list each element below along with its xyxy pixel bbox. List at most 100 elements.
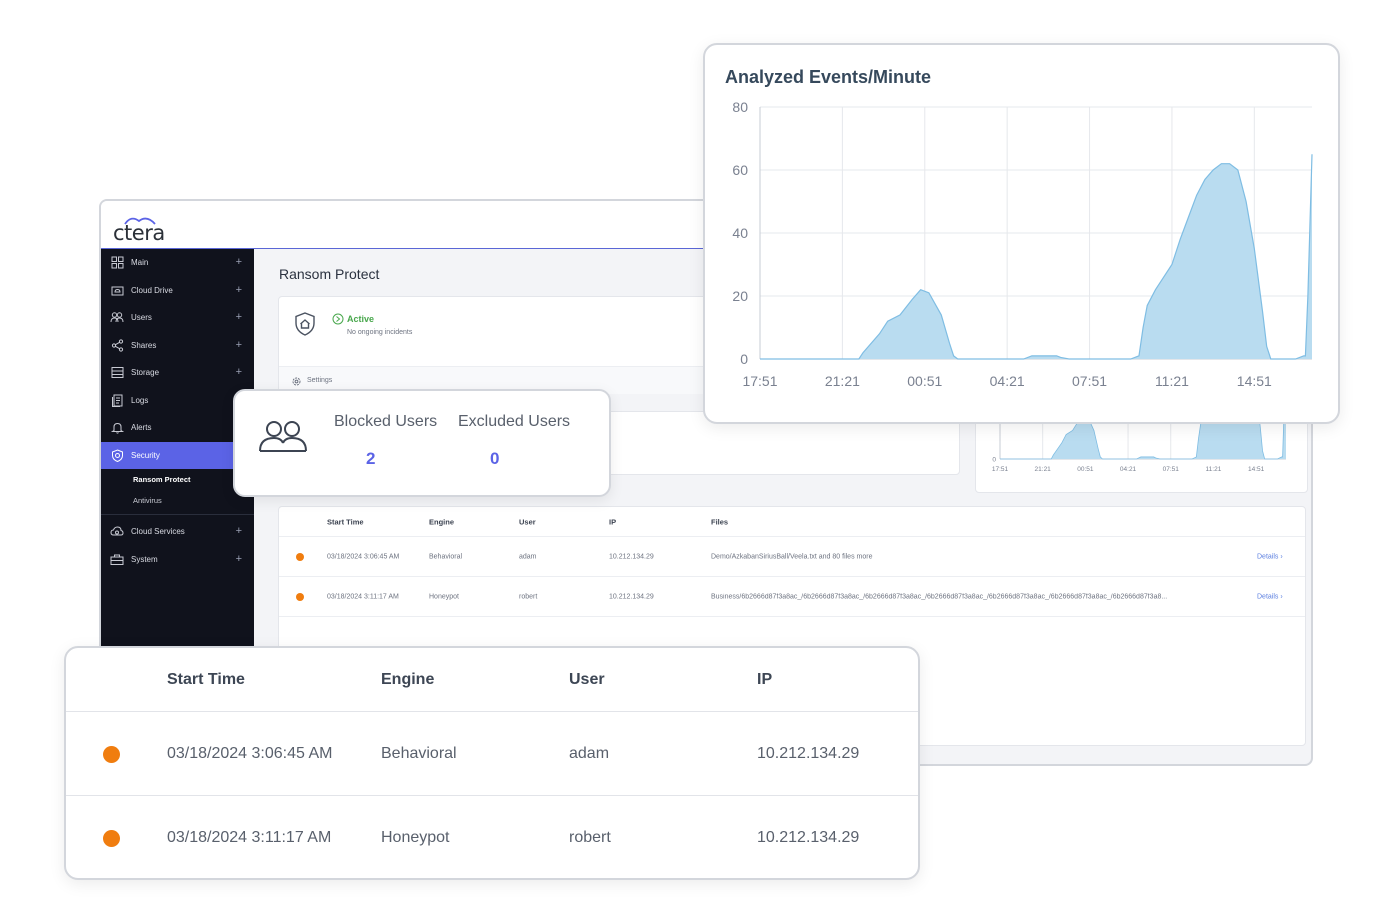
ctera-logo[interactable]: ctera: [113, 215, 173, 245]
blocked-users-count[interactable]: 2: [366, 449, 375, 469]
sidebar-item-label: System: [131, 554, 158, 564]
x-tick-label: 21:21: [825, 373, 860, 389]
cloud-services-icon: [110, 525, 124, 539]
events-chart-card: Analyzed Events/Minute 0 20 40 60 80 17:51 21:…: [703, 43, 1340, 424]
users-summary-zoom: Blocked Users 2 Excluded Users 0: [233, 389, 611, 497]
cell-ip: 10.212.134.29: [757, 829, 860, 846]
column-header-ip[interactable]: IP: [757, 671, 772, 689]
system-icon: [110, 552, 124, 566]
x-tick-label: 14:51: [1248, 466, 1265, 473]
sidebar-item-shares[interactable]: Shares +: [101, 332, 254, 360]
users-icon: [110, 311, 124, 325]
column-header-engine[interactable]: Engine: [381, 671, 434, 689]
x-tick-label: 04:21: [1120, 466, 1137, 473]
status-active: Active: [332, 313, 374, 325]
bell-icon: [110, 421, 124, 435]
sidebar-item-label: Users: [131, 313, 152, 323]
expand-plus-icon[interactable]: +: [236, 366, 242, 378]
cell-files: Business/6b2666d87f3a8ac_/6b2666d87f3a8a…: [711, 593, 1168, 600]
excluded-users-label: Excluded Users: [458, 413, 571, 430]
details-link[interactable]: Details ›: [1257, 593, 1283, 600]
x-tick-label: 07:51: [1163, 466, 1180, 473]
status-dot: [296, 552, 304, 561]
status-dot: [103, 745, 120, 763]
logs-icon: [110, 393, 124, 407]
column-header-start-time[interactable]: Start Time: [327, 517, 364, 526]
expand-plus-icon[interactable]: +: [236, 284, 242, 296]
cell-engine: Honeypot: [381, 829, 450, 846]
table-row[interactable]: 03/18/2024 3:11:17 AM Honeypot robert 10…: [279, 577, 1305, 617]
sidebar-subitem-ransom-protect[interactable]: Ransom Protect: [101, 469, 254, 490]
cell-ip: 10.212.134.29: [609, 553, 654, 560]
expand-plus-icon[interactable]: +: [236, 339, 242, 351]
status-dot: [296, 592, 304, 601]
column-header-ip[interactable]: IP: [609, 517, 616, 526]
sidebar-item-cloud-drive[interactable]: Cloud Drive +: [101, 277, 254, 305]
expand-plus-icon[interactable]: +: [236, 256, 242, 268]
cell-engine: Behavioral: [381, 744, 457, 762]
expand-plus-icon[interactable]: +: [236, 553, 242, 565]
sidebar-item-alerts[interactable]: Alerts: [101, 414, 254, 442]
y-tick-label: 60: [732, 162, 748, 178]
gear-icon: [292, 377, 301, 386]
incidents-table-zoom: Start Time Engine User IP 03/18/2024 3:0…: [64, 646, 920, 880]
sidebar-item-cloud-services[interactable]: Cloud Services +: [101, 518, 254, 546]
sidebar-item-users[interactable]: Users +: [101, 304, 254, 332]
column-header-files[interactable]: Files: [711, 517, 728, 526]
cell-start-time: 03/18/2024 3:06:45 AM: [167, 744, 333, 762]
x-tick-label: 21:21: [1035, 466, 1052, 473]
sidebar-item-logs[interactable]: Logs: [101, 387, 254, 415]
share-icon: [110, 338, 124, 352]
x-tick-label: 11:21: [1206, 466, 1222, 473]
x-tick-label: 04:21: [990, 373, 1025, 389]
x-tick-label: 17:51: [742, 373, 777, 389]
cell-start-time: 03/18/2024 3:11:17 AM: [327, 593, 399, 600]
chevron-right-icon: ›: [1280, 593, 1283, 600]
settings-label: Settings: [307, 377, 333, 384]
table-header: Start Time Engine User IP Files: [279, 507, 1305, 537]
x-tick-label: 14:51: [1237, 373, 1272, 389]
status-dot: [103, 830, 120, 847]
grid-icon: [110, 256, 124, 270]
x-tick-label: 00:51: [1077, 466, 1094, 473]
table-row[interactable]: 03/18/2024 3:06:45 AM Behavioral adam 10…: [279, 537, 1305, 577]
x-tick-label: 11:21: [1155, 373, 1189, 389]
cell-user: robert: [569, 829, 611, 846]
expand-plus-icon[interactable]: +: [236, 311, 242, 323]
sidebar-item-label: Cloud Services: [131, 527, 185, 537]
sidebar-item-label: Alerts: [131, 423, 152, 433]
sidebar-item-storage[interactable]: Storage +: [101, 359, 254, 387]
details-link[interactable]: Details ›: [1257, 553, 1283, 560]
table-row[interactable]: 03/18/2024 3:06:45 AM Behavioral adam 10…: [66, 712, 918, 796]
cell-user: adam: [519, 553, 537, 560]
cell-start-time: 03/18/2024 3:11:17 AM: [167, 829, 332, 846]
expand-plus-icon[interactable]: +: [236, 525, 242, 537]
sidebar-subitem-antivirus[interactable]: Antivirus: [101, 490, 254, 511]
cell-user: robert: [519, 593, 538, 600]
table-header: Start Time Engine User IP: [66, 648, 918, 712]
column-header-user[interactable]: User: [519, 517, 536, 526]
cell-engine: Behavioral: [429, 553, 463, 560]
status-message: No ongoing incidents: [347, 329, 413, 336]
sidebar-item-main[interactable]: Main +: [101, 249, 254, 277]
sidebar-item-label: Cloud Drive: [131, 285, 173, 295]
sidebar-item-system[interactable]: System +: [101, 546, 254, 574]
cell-engine: Honeypot: [429, 593, 459, 600]
sidebar-item-security[interactable]: Security: [101, 441, 254, 469]
cell-files: Demo/AzkabanSiriusBall/Veela.txt and 80 …: [711, 553, 873, 560]
sidebar-item-label: Logs: [131, 395, 149, 405]
table-row[interactable]: 03/18/2024 3:11:17 AM Honeypot robert 10…: [66, 796, 918, 878]
y-tick-label: 0: [992, 456, 996, 463]
details-label: Details: [1257, 553, 1279, 560]
column-header-user[interactable]: User: [569, 671, 605, 689]
sidebar-divider: [101, 514, 254, 515]
shield-lock-icon: [295, 312, 315, 336]
shield-icon: [110, 448, 124, 462]
column-header-engine[interactable]: Engine: [429, 517, 454, 526]
sidebar-item-label: Security: [131, 450, 160, 460]
column-header-start-time[interactable]: Start Time: [167, 671, 245, 689]
x-tick-label: 07:51: [1072, 373, 1107, 389]
y-tick-label: 80: [732, 99, 748, 115]
cell-ip: 10.212.134.29: [757, 744, 860, 762]
excluded-users-count[interactable]: 0: [490, 449, 499, 469]
